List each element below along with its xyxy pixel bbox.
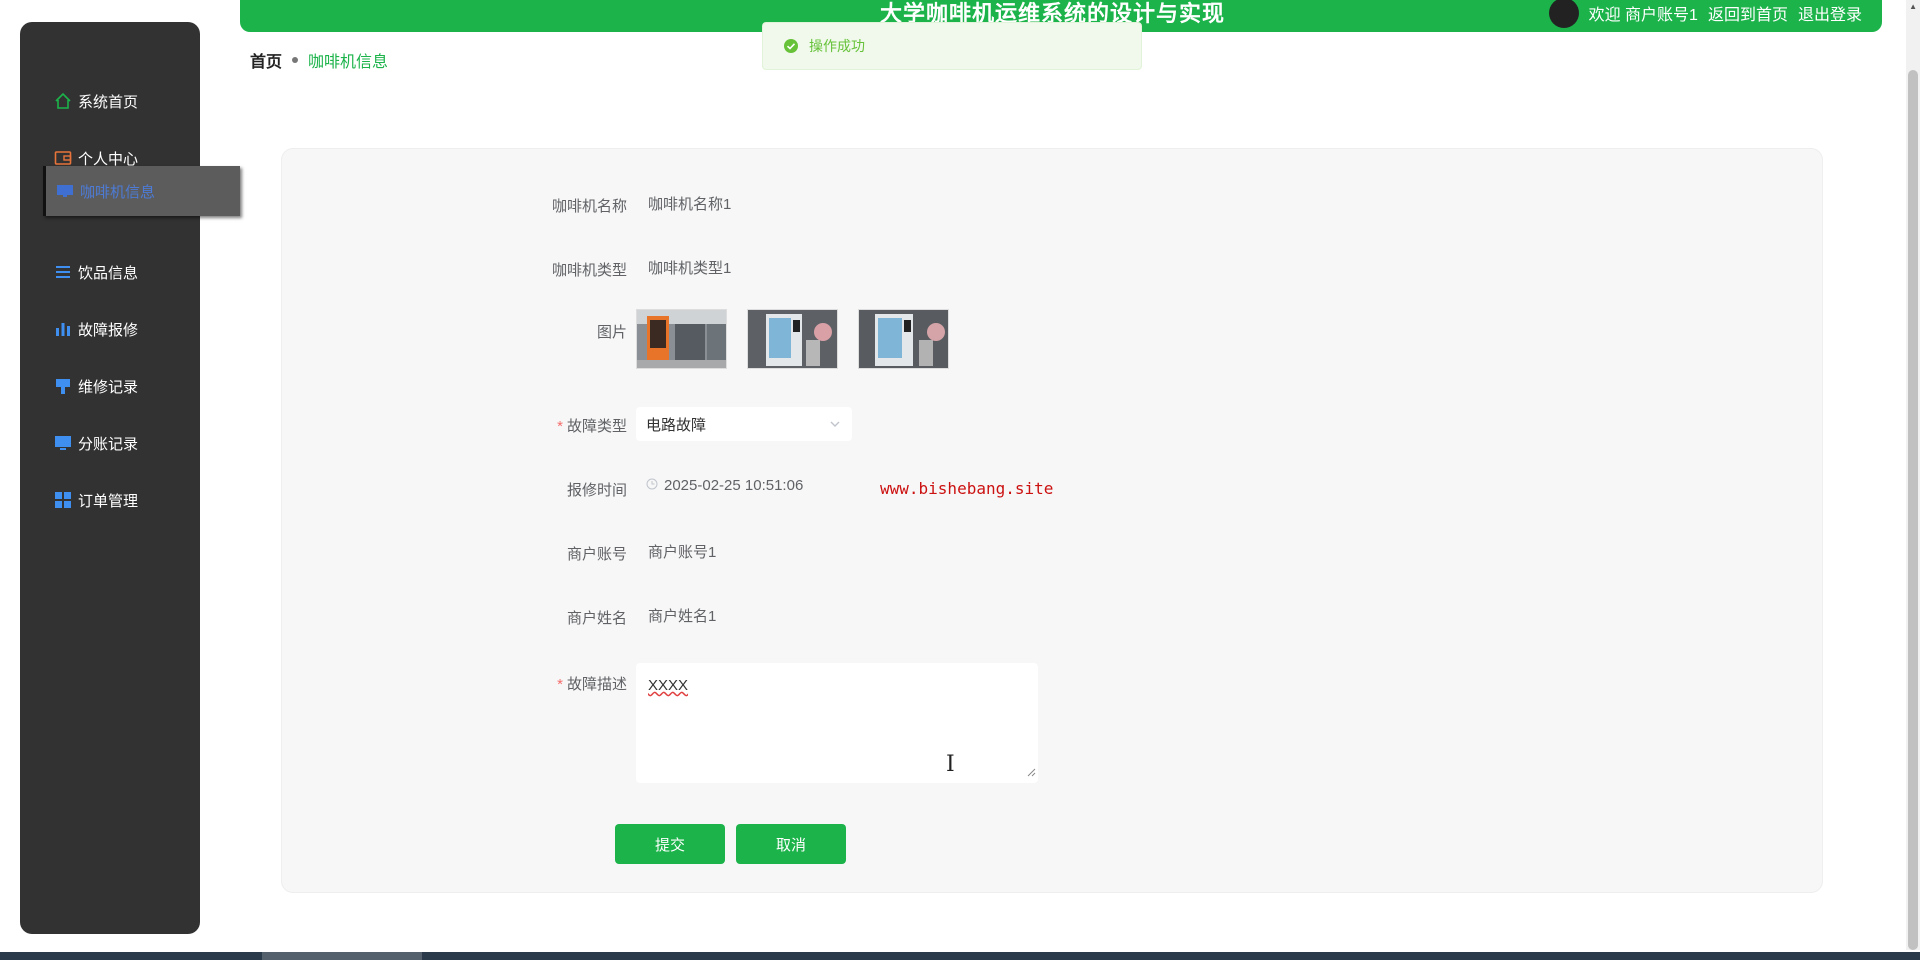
field-label: 咖啡机类型	[551, 262, 627, 279]
form-row-fault-type: * 故障类型 电路故障	[282, 407, 1822, 447]
back-home-link[interactable]: 返回到首页	[1708, 1, 1788, 25]
monitor-icon	[56, 182, 74, 200]
required-asterisk: *	[557, 676, 563, 693]
logout-link[interactable]: 退出登录	[1798, 1, 1862, 25]
report-time-value: 2025-02-25 10:51:06	[664, 477, 804, 494]
sidebar-item-label: 系统首页	[78, 93, 139, 111]
list-icon	[54, 263, 72, 281]
fault-description-text: XXXX	[648, 677, 689, 694]
field-label: * 故障类型	[557, 418, 627, 435]
wallet-icon	[54, 149, 72, 167]
sidebar-item-home[interactable]: 系统首页	[20, 76, 200, 126]
sidebar-item-coffee-machine[interactable]: 咖啡机信息	[43, 166, 240, 216]
field-label: 报修时间	[566, 482, 627, 499]
form-row-images: 图片	[282, 309, 1822, 371]
breadcrumb-separator	[292, 57, 299, 63]
field-label: 图片	[596, 324, 627, 341]
grid-icon	[54, 491, 72, 509]
taskbar-item[interactable]	[262, 952, 422, 960]
field-label: 商户账号	[566, 546, 627, 563]
avatar[interactable]	[1548, 0, 1579, 28]
fault-type-selected-value: 电路故障	[646, 416, 707, 434]
image-gallery	[636, 309, 949, 369]
success-toast: 操作成功	[762, 22, 1142, 70]
clock-icon	[646, 477, 658, 494]
sidebar-item-repair-records[interactable]: 维修记录	[20, 361, 200, 411]
merchant-name-value: 商户姓名1	[648, 608, 717, 625]
sidebar-item-label: 订单管理	[78, 492, 139, 510]
watermark-text: www.bishebang.site	[880, 479, 1054, 498]
page-scrollbar[interactable]: ▲	[1906, 0, 1920, 950]
breadcrumb: 首页 咖啡机信息	[250, 48, 388, 72]
form-row-machine-type: 咖啡机类型 咖啡机类型1	[282, 251, 1822, 291]
machine-image-thumbnail[interactable]	[747, 309, 838, 369]
chevron-down-icon	[828, 417, 842, 435]
scroll-up-arrow-icon[interactable]: ▲	[1909, 2, 1917, 11]
home-icon	[54, 92, 72, 110]
required-asterisk: *	[557, 418, 563, 435]
form-row-report-time: 报修时间 2025-02-25 10:51:06 www.bishebang.s…	[282, 471, 1822, 511]
welcome-text: 欢迎 商户账号1	[1588, 7, 1698, 24]
fault-description-textarea[interactable]: XXXX	[636, 663, 1038, 783]
form-row-machine-name: 咖啡机名称 咖啡机名称1	[282, 187, 1822, 227]
sidebar-item-split-records[interactable]: 分账记录	[20, 418, 200, 468]
machine-type-value: 咖啡机类型1	[648, 260, 732, 277]
brush-icon	[54, 377, 72, 395]
text-cursor-icon: I	[946, 752, 955, 777]
fault-type-select[interactable]: 电路故障	[636, 407, 852, 441]
os-taskbar	[0, 952, 1920, 960]
sidebar-item-label: 饮品信息	[78, 264, 139, 282]
sidebar-item-label: 分账记录	[78, 435, 139, 453]
header-user-area: 欢迎 商户账号1 返回到首页 退出登录	[1548, 0, 1862, 28]
scrollbar-thumb[interactable]	[1908, 70, 1918, 950]
breadcrumb-current: 咖啡机信息	[308, 54, 389, 71]
resize-handle-icon[interactable]	[1026, 764, 1036, 781]
machine-image-thumbnail[interactable]	[858, 309, 949, 369]
monitor-icon	[54, 434, 72, 452]
sidebar-item-label: 咖啡机信息	[80, 183, 156, 201]
fault-report-form: 咖啡机名称 咖啡机名称1 咖啡机类型 咖啡机类型1 图片 * 故障类型 电路故障…	[281, 148, 1823, 893]
form-row-fault-description: * 故障描述 XXXX	[282, 663, 1822, 783]
report-time-picker[interactable]: 2025-02-25 10:51:06	[646, 477, 803, 494]
sidebar: 系统首页 个人中心 咖啡机信息 饮品信息 故障报修 维修记录 分账记录 订单管理	[20, 22, 240, 934]
bar-chart-icon	[54, 320, 72, 338]
machine-name-value: 咖啡机名称1	[648, 196, 732, 213]
cancel-button[interactable]: 取消	[736, 824, 846, 864]
submit-button[interactable]: 提交	[615, 824, 725, 864]
check-circle-icon	[783, 38, 799, 54]
form-row-merchant-account: 商户账号 商户账号1	[282, 535, 1822, 575]
toast-message: 操作成功	[809, 38, 865, 54]
sidebar-item-label: 维修记录	[78, 378, 139, 396]
sidebar-item-orders[interactable]: 订单管理	[20, 475, 200, 525]
field-label: 商户姓名	[566, 610, 627, 627]
sidebar-item-drinks[interactable]: 饮品信息	[20, 247, 200, 297]
breadcrumb-home[interactable]: 首页	[250, 48, 282, 72]
sidebar-item-fault-report[interactable]: 故障报修	[20, 304, 200, 354]
sidebar-item-label: 故障报修	[78, 321, 139, 339]
field-label: * 故障描述	[557, 676, 627, 693]
form-row-merchant-name: 商户姓名 商户姓名1	[282, 599, 1822, 639]
machine-image-thumbnail[interactable]	[636, 309, 727, 369]
field-label: 咖啡机名称	[551, 198, 627, 215]
merchant-account-value: 商户账号1	[648, 544, 717, 561]
